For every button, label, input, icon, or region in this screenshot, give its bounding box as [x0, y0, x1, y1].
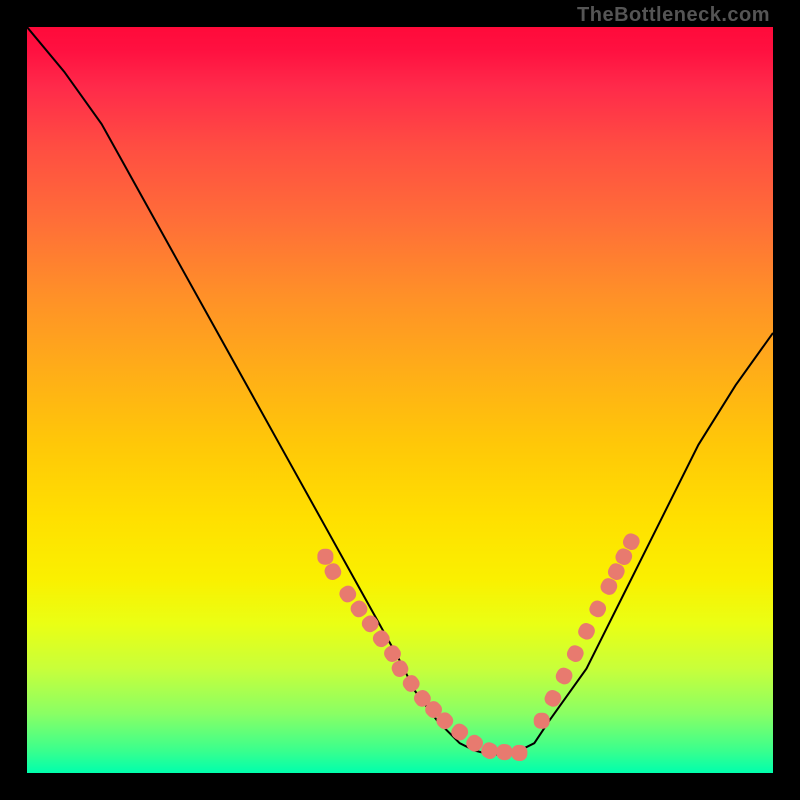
- marker-cluster-left: [317, 549, 527, 762]
- chart-svg: [27, 27, 773, 773]
- curve-line: [27, 27, 773, 754]
- chart-container: TheBottleneck.com: [0, 0, 800, 800]
- marker-cluster-right: [534, 531, 642, 729]
- watermark-text: TheBottleneck.com: [577, 4, 770, 27]
- plot-area: [27, 27, 773, 773]
